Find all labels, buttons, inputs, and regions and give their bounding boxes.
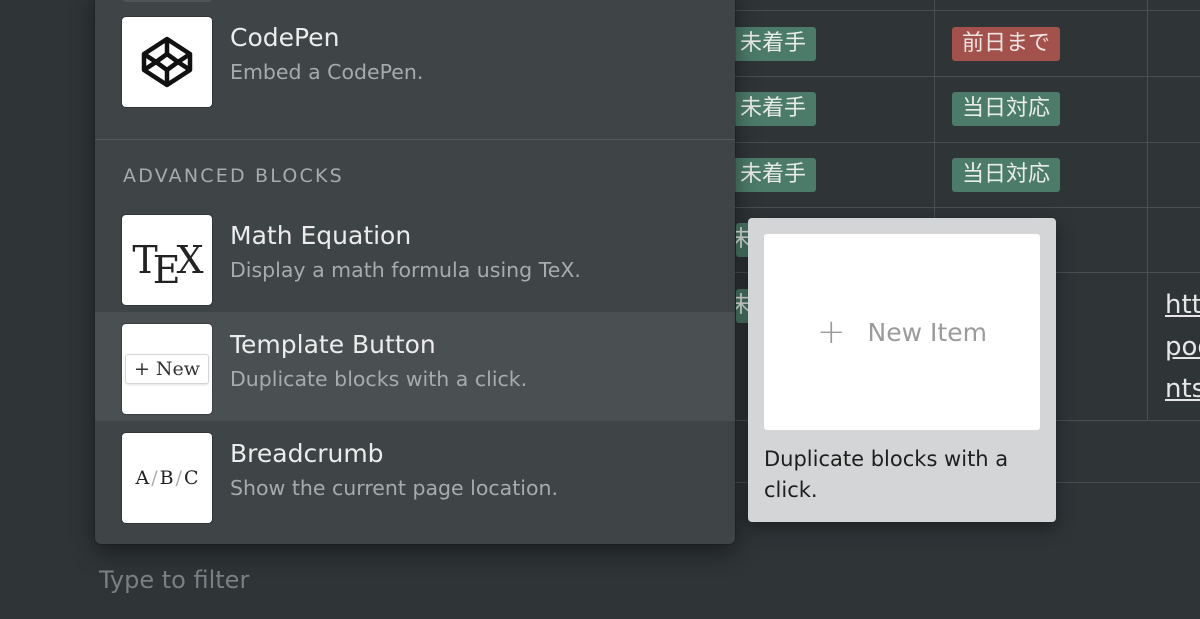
tex-logo-icon: TEX xyxy=(132,238,203,292)
breadcrumb-icon: A / B / C xyxy=(135,467,199,489)
previous-item-thumbnail xyxy=(122,0,212,2)
menu-item-description: Embed a CodePen. xyxy=(230,60,424,84)
menu-item-breadcrumb[interactable]: A / B / C Breadcrumb Show the current page l… xyxy=(95,421,735,530)
status-tag[interactable]: 未着手 xyxy=(730,27,817,61)
due-tag[interactable]: 当日対応 xyxy=(952,92,1061,126)
status-tag[interactable]: 未着手 xyxy=(730,92,817,126)
section-header: ADVANCED BLOCKS xyxy=(123,165,344,187)
table-row-border xyxy=(700,10,1200,11)
menu-item-math-equation[interactable]: TEX Math Equation Display a math formula… xyxy=(95,203,735,312)
breadcrumb-thumbnail: A / B / C xyxy=(122,433,212,523)
new-button-icon: + New xyxy=(124,354,210,384)
filter-input[interactable] xyxy=(99,560,699,600)
menu-item-title: CodePen xyxy=(230,23,340,52)
menu-item-title: Math Equation xyxy=(230,221,412,250)
menu-item-template-button[interactable]: + New Template Button Duplicate blocks w… xyxy=(95,312,735,421)
block-menu: CodePen Embed a CodePen. ADVANCED BLOCKS… xyxy=(95,0,735,544)
codepen-thumbnail xyxy=(122,17,212,107)
menu-item-title: Breadcrumb xyxy=(230,439,384,468)
table-column-border xyxy=(1147,0,1148,420)
table-row-border xyxy=(700,76,1200,77)
tex-thumbnail: TEX xyxy=(122,215,212,305)
menu-divider xyxy=(95,139,735,140)
menu-item-description: Duplicate blocks with a click. xyxy=(230,367,528,391)
status-tag[interactable]: 未着手 xyxy=(730,158,817,192)
url-link[interactable]: nts xyxy=(1165,368,1200,410)
preview-caption: Duplicate blocks with a click. xyxy=(764,447,1009,502)
preview-new-item-button: + New Item xyxy=(764,234,1040,430)
url-link[interactable]: pod xyxy=(1165,326,1200,368)
block-preview-tooltip: + New Item Duplicate blocks with a click… xyxy=(748,218,1056,522)
due-tag[interactable]: 当日対応 xyxy=(952,158,1061,192)
template-button-thumbnail: + New xyxy=(122,324,212,414)
url-link[interactable]: htt xyxy=(1165,284,1200,326)
plus-icon: + xyxy=(817,312,846,352)
codepen-logo-icon xyxy=(141,36,193,88)
due-tag[interactable]: 前日まで xyxy=(952,27,1061,61)
menu-item-codepen[interactable]: CodePen Embed a CodePen. xyxy=(95,5,735,114)
table-row-border xyxy=(700,207,1200,208)
menu-item-description: Show the current page location. xyxy=(230,476,559,500)
menu-item-description: Display a math formula using TeX. xyxy=(230,258,581,282)
table-row-border xyxy=(700,142,1200,143)
menu-item-title: Template Button xyxy=(230,330,436,359)
preview-button-label: New Item xyxy=(867,317,987,347)
